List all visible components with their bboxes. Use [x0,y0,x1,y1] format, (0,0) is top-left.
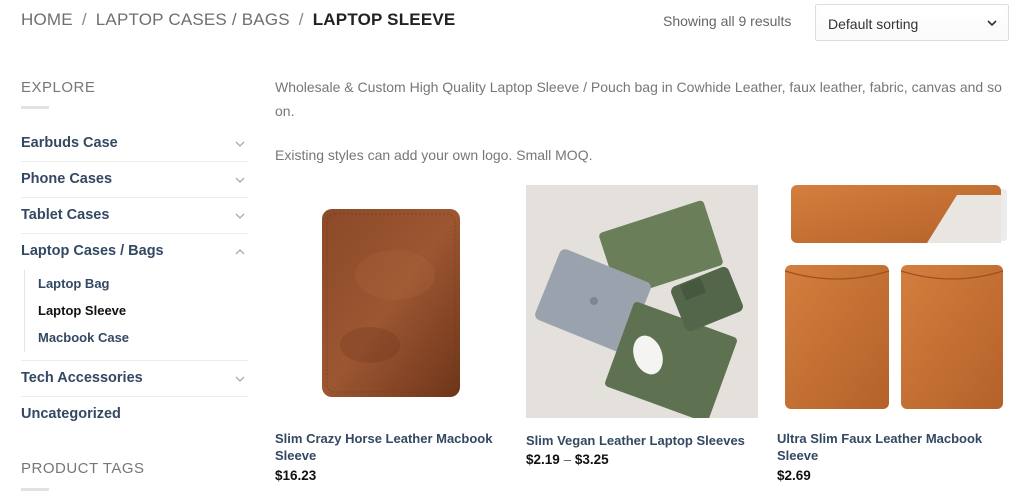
product-image[interactable] [526,185,758,418]
sort-selected-label: Default sorting [828,16,919,32]
breadcrumb-separator: / [298,10,304,29]
result-count: Showing all 9 results [663,13,792,29]
product-card: Ultra Slim Faux Leather Macbook Sleeve $… [777,185,1009,483]
sidebar-item-tech-accessories[interactable]: Tech Accessories [21,361,248,397]
description-text: Existing styles can add your own logo. S… [275,147,593,163]
sidebar-subitem-macbook-case[interactable]: Macbook Case [38,330,129,345]
price-separator: – [563,452,572,467]
chevron-up-icon[interactable] [234,246,246,258]
product-title-link[interactable]: Slim Vegan Leather Laptop Sleeves [526,432,756,449]
sort-dropdown[interactable]: Default sorting [815,4,1009,41]
sidebar-item-phone-cases[interactable]: Phone Cases [21,162,248,198]
chevron-down-icon [987,20,997,27]
description-text: Wholesale & Custom High Quality Laptop S… [275,79,1002,119]
sidebar-subitem-laptop-sleeve[interactable]: Laptop Sleeve [38,303,126,318]
product-price: $16.23 [275,468,317,483]
title-divider [21,488,49,491]
product-image[interactable] [777,185,1009,418]
breadcrumb-current: LAPTOP SLEEVE [312,10,456,29]
product-price-range: $2.19 – $3.25 [526,452,609,467]
price-low: $2.19 [526,452,560,467]
sidebar-item-uncategorized[interactable]: Uncategorized [21,397,248,433]
breadcrumb-parent-link[interactable]: LAPTOP CASES / BAGS [96,10,290,29]
faux-leather-sleeve-image [784,185,1007,409]
leather-sleeve-image [322,209,460,397]
sidebar-item-label: Uncategorized [21,406,121,422]
sidebar-item-tablet-cases[interactable]: Tablet Cases [21,198,248,234]
product-title-link[interactable]: Ultra Slim Faux Leather Macbook Sleeve [777,430,1007,464]
chevron-down-icon[interactable] [234,138,246,150]
breadcrumb-separator: / [81,10,87,29]
product-title-link[interactable]: Slim Crazy Horse Leather Macbook Sleeve [275,430,505,464]
price-high: $3.25 [574,452,609,467]
sidebar-item-earbuds-case[interactable]: Earbuds Case [21,126,248,162]
chevron-down-icon[interactable] [234,174,246,186]
breadcrumb: HOME / LAPTOP CASES / BAGS / LAPTOP SLEEVE [21,10,455,30]
sidebar-item-label: Tablet Cases [21,207,110,223]
product-card: Slim Crazy Horse Leather Macbook Sleeve … [275,185,507,483]
sidebar-subitem-laptop-bag[interactable]: Laptop Bag [38,276,110,291]
sidebar-item-label: Tech Accessories [21,370,143,386]
chevron-down-icon[interactable] [234,210,246,222]
chevron-down-icon[interactable] [234,373,246,385]
subcategory-divider [24,270,25,352]
sidebar-item-label: Laptop Cases / Bags [21,243,164,259]
title-divider [21,106,49,109]
sidebar-item-label: Phone Cases [21,171,113,187]
vegan-sleeve-set-image [526,185,758,418]
product-image[interactable] [275,185,507,418]
product-tags-title: PRODUCT TAGS [21,460,145,477]
product-price: $2.69 [777,468,811,483]
explore-title: EXPLORE [21,79,96,96]
category-description: Wholesale & Custom High Quality Laptop S… [275,75,1005,187]
product-card: Slim Vegan Leather Laptop Sleeves $2.19 … [526,185,758,467]
sidebar-item-label: Earbuds Case [21,135,118,151]
breadcrumb-home-link[interactable]: HOME [21,10,73,29]
